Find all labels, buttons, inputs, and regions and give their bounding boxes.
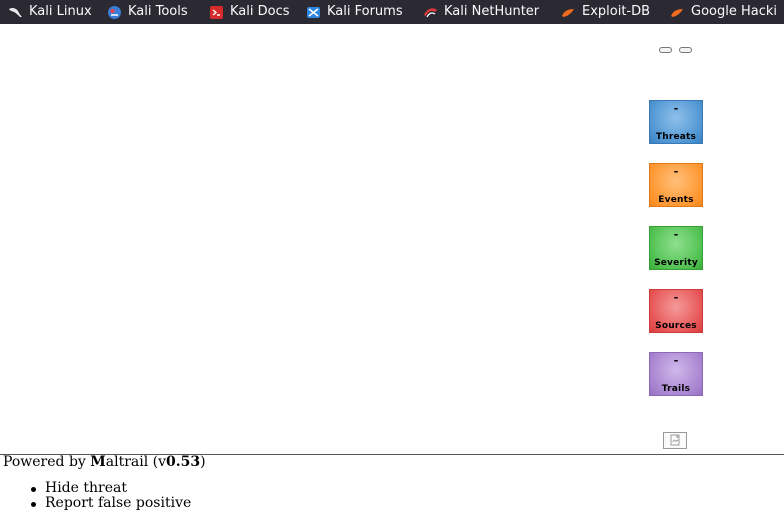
bookmark-label: Kali Docs bbox=[230, 4, 290, 19]
sources-counter-tile[interactable]: - Sources bbox=[649, 289, 703, 333]
context-menu: Hide threat Report false positive bbox=[0, 481, 191, 511]
bookmark-exploit-db[interactable]: Exploit-DB bbox=[561, 0, 650, 24]
menu-item-hide-threat[interactable]: Hide threat bbox=[0, 481, 191, 496]
trails-label: Trails bbox=[661, 384, 691, 394]
kali-tools-icon bbox=[107, 5, 122, 20]
threats-label: Threats bbox=[655, 132, 697, 142]
kali-docs-icon bbox=[209, 5, 224, 20]
version-number: 0.53 bbox=[166, 454, 201, 470]
bookmark-kali-linux[interactable]: Kali Linux bbox=[8, 0, 92, 24]
sources-label: Sources bbox=[655, 321, 697, 331]
bookmark-kali-docs[interactable]: Kali Docs bbox=[209, 0, 290, 24]
bookmark-label: Exploit-DB bbox=[582, 4, 651, 19]
trails-counter-tile[interactable]: - Trails bbox=[649, 352, 703, 396]
bookmark-google-hacking[interactable]: Google Hacki bbox=[670, 0, 777, 24]
kali-dragon-icon bbox=[8, 5, 23, 20]
bookmark-label: Kali Tools bbox=[128, 4, 188, 19]
bullet-icon bbox=[31, 487, 36, 492]
toggle-button[interactable] bbox=[679, 47, 692, 53]
trails-count: - bbox=[673, 354, 679, 367]
bookmark-kali-nethunter[interactable]: Kali NetHunter bbox=[423, 0, 539, 24]
footer-prefix: Powered by bbox=[3, 454, 91, 470]
bookmark-label: Kali NetHunter bbox=[444, 4, 540, 19]
severity-count: - bbox=[673, 228, 679, 241]
kali-nethunter-icon bbox=[423, 5, 438, 20]
bookmark-kali-tools[interactable]: Kali Tools bbox=[107, 0, 188, 24]
menu-item-label: Report false positive bbox=[45, 495, 192, 511]
severity-label: Severity bbox=[654, 258, 698, 268]
severity-counter-tile[interactable]: - Severity bbox=[649, 226, 703, 270]
menu-item-label: Hide threat bbox=[45, 480, 127, 496]
bookmark-kali-forums[interactable]: Kali Forums bbox=[306, 0, 403, 24]
menu-item-report-false-positive[interactable]: Report false positive bbox=[0, 496, 191, 511]
sources-count: - bbox=[673, 291, 679, 304]
kali-forums-icon bbox=[306, 5, 321, 20]
threats-counter-tile[interactable]: - Threats bbox=[649, 100, 703, 144]
bookmark-label: Kali Forums bbox=[327, 4, 403, 19]
broken-image-icon bbox=[663, 432, 687, 449]
google-hacking-icon bbox=[670, 5, 685, 20]
events-label: Events bbox=[658, 195, 694, 205]
bookmark-label: Google Hacki bbox=[691, 4, 778, 19]
version-close: ) bbox=[200, 454, 206, 470]
threats-count: - bbox=[673, 102, 679, 115]
bullet-icon bbox=[31, 502, 36, 507]
brand-name: altrail bbox=[105, 454, 149, 470]
events-count: - bbox=[673, 165, 679, 178]
version-open: (v bbox=[148, 454, 167, 470]
bookmarks-toolbar: Kali Linux Kali Tools Kali Docs Kali For… bbox=[0, 0, 784, 24]
footer-powered-by: Powered by Maltrail (v0.53) bbox=[3, 454, 206, 470]
brand-initial: M bbox=[90, 454, 106, 470]
exploit-db-icon bbox=[561, 5, 576, 20]
events-counter-tile[interactable]: - Events bbox=[649, 163, 703, 207]
toggle-button[interactable] bbox=[659, 47, 672, 53]
bookmark-label: Kali Linux bbox=[29, 4, 92, 19]
